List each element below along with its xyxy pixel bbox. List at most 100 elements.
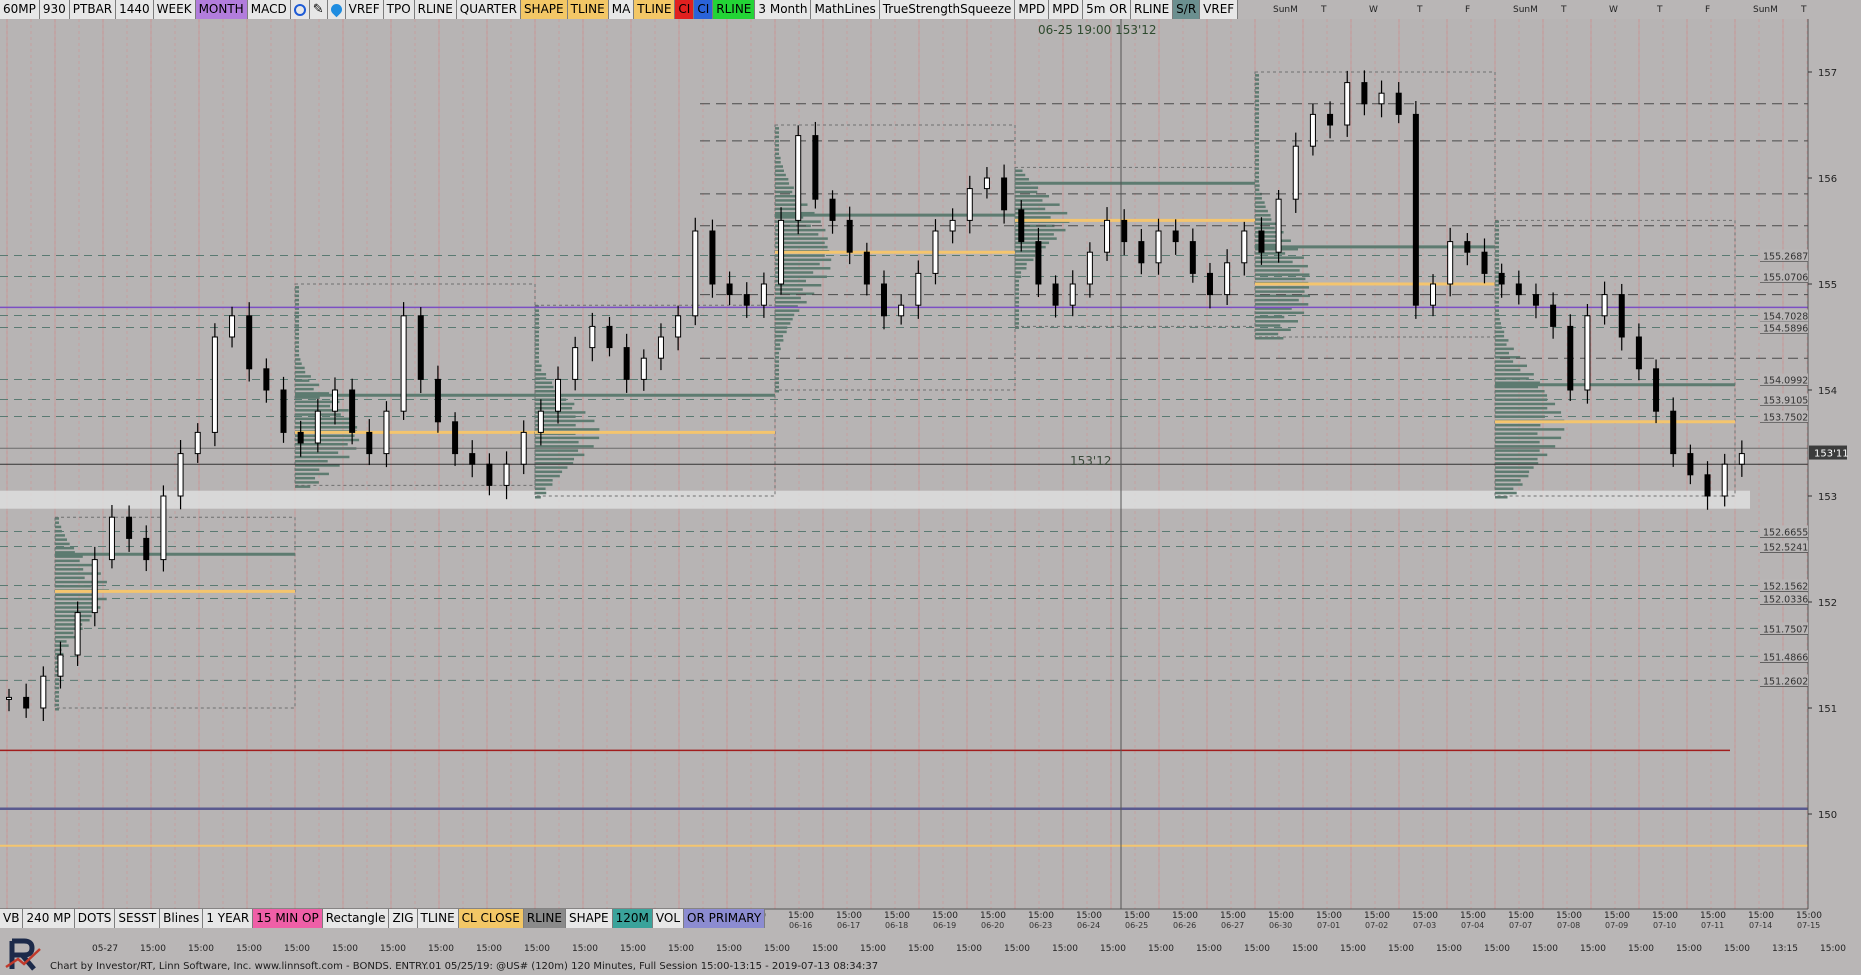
top-toolbar-button-17[interactable]: TLINE xyxy=(634,0,676,19)
profile-bar xyxy=(55,644,69,647)
day-label: SunM xyxy=(1753,5,1778,15)
profile-bar xyxy=(775,356,779,359)
date-label-top: 06-18 xyxy=(885,921,908,930)
bottom-toolbar-button-4[interactable]: Blines xyxy=(160,909,204,928)
level-label: 154.0992 xyxy=(1763,375,1808,386)
top-toolbar-button-16[interactable]: MA xyxy=(608,0,635,19)
profile-bar xyxy=(1015,300,1019,304)
time-label-top: 15:00 xyxy=(1700,911,1726,921)
profile-bar xyxy=(1255,235,1278,238)
top-toolbar-button-21[interactable]: 3 Month xyxy=(755,0,812,19)
bottom-toolbar-button-7[interactable]: Rectangle xyxy=(322,909,390,928)
profile-bar xyxy=(775,207,798,211)
candle-body xyxy=(1738,453,1745,465)
top-toolbar-button-11[interactable]: TPO xyxy=(383,0,415,19)
candle-body xyxy=(91,559,98,614)
date-label-top: 06-24 xyxy=(1077,921,1100,930)
top-toolbar-button-10[interactable]: VREF xyxy=(345,0,384,19)
profile-bar xyxy=(535,368,542,372)
profile-bar xyxy=(775,322,791,325)
top-toolbar-button-2[interactable]: PTBAR xyxy=(69,0,117,19)
top-toolbar-button-23[interactable]: TrueStrengthSqueeze xyxy=(879,0,1016,19)
top-toolbar-button-18[interactable]: CI xyxy=(675,0,695,19)
bottom-toolbar-button-3[interactable]: SESST xyxy=(115,909,161,928)
top-toolbar-button-22[interactable]: MathLines xyxy=(811,0,880,19)
profile-bar xyxy=(535,470,563,474)
top-toolbar-button-12[interactable]: RLINE xyxy=(414,0,457,19)
top-toolbar-button-5[interactable]: MONTH xyxy=(195,0,248,19)
bottom-toolbar-button-6[interactable]: 15 MIN OP xyxy=(253,909,323,928)
top-toolbar-button-20[interactable]: RLINE xyxy=(713,0,756,19)
time-label-bottom: 15:00 xyxy=(524,944,550,954)
candle-body xyxy=(1395,92,1402,115)
top-toolbar-button-15[interactable]: TLINE xyxy=(567,0,609,19)
top-toolbar-button-19[interactable]: CI xyxy=(694,0,714,19)
toolbar-label: 1440 xyxy=(119,2,150,16)
bottom-toolbar-button-9[interactable]: TLINE xyxy=(417,909,459,928)
time-label-top: 15:00 xyxy=(980,911,1006,921)
top-toolbar-button-13[interactable]: QUARTER xyxy=(456,0,521,19)
bottom-toolbar-button-14[interactable]: VOL xyxy=(652,909,685,928)
profile-bar xyxy=(1015,271,1022,274)
profile-bar xyxy=(535,322,539,325)
price-chart[interactable]: 157156155154153152151150149155.2687155.0… xyxy=(0,0,1861,975)
top-toolbar-button-28[interactable]: S/R xyxy=(1173,0,1201,19)
top-toolbar-button-29[interactable]: VREF xyxy=(1200,0,1239,19)
profile-bar xyxy=(1495,402,1556,406)
clock-icon[interactable] xyxy=(290,0,310,19)
profile-bar xyxy=(295,366,305,370)
drop-icon[interactable] xyxy=(327,0,346,19)
bottom-toolbar-button-10[interactable]: CL CLOSE xyxy=(458,909,524,928)
profile-bar xyxy=(775,135,779,139)
date-label-top: 06-20 xyxy=(981,921,1004,930)
profile-bar xyxy=(1255,175,1259,179)
candle-body xyxy=(1309,113,1316,147)
candle-body xyxy=(572,347,579,380)
bottom-toolbar-button-5[interactable]: 1 YEAR xyxy=(203,909,254,928)
top-toolbar-button-26[interactable]: 5m OR xyxy=(1083,0,1132,19)
profile-bar xyxy=(775,300,807,304)
profile-bar xyxy=(1255,108,1259,111)
time-label-top: 15:00 xyxy=(788,911,814,921)
top-toolbar-button-25[interactable]: MPD xyxy=(1049,0,1084,19)
top-toolbar-button-1[interactable]: 930 xyxy=(39,0,70,19)
bottom-toolbar-button-1[interactable]: 240 MP xyxy=(23,909,75,928)
top-toolbar-button-14[interactable]: SHAPE xyxy=(520,0,568,19)
bottom-toolbar-button-0[interactable]: VB xyxy=(0,909,24,928)
candle-body xyxy=(143,537,150,561)
top-toolbar-button-0[interactable]: 60MP xyxy=(0,0,40,19)
profile-bar xyxy=(1495,411,1562,414)
candle-body xyxy=(1069,283,1076,306)
toolbar-label: 120M xyxy=(615,911,649,925)
candle-body xyxy=(881,283,887,317)
profile-bar xyxy=(55,559,80,563)
pen-icon[interactable]: ✎ xyxy=(309,0,328,19)
profile-bar xyxy=(535,445,594,448)
toolbar-label: MACD xyxy=(250,2,287,16)
candle-body xyxy=(623,347,630,380)
profile-bar xyxy=(775,373,779,376)
candle-body xyxy=(314,410,321,444)
bottom-toolbar-button-11[interactable]: RLINE xyxy=(523,909,566,928)
candle-body xyxy=(1035,241,1042,285)
bottom-toolbar-button-8[interactable]: ZIG xyxy=(389,909,418,928)
toolbar-label: 60MP xyxy=(3,2,36,16)
top-toolbar-button-24[interactable]: MPD xyxy=(1015,0,1050,19)
profile-bar xyxy=(55,703,59,707)
profile-bar xyxy=(775,173,786,177)
top-toolbar-button-27[interactable]: RLINE xyxy=(1131,0,1174,19)
bottom-toolbar-button-12[interactable]: SHAPE xyxy=(565,909,613,928)
profile-bar xyxy=(295,455,350,459)
profile-bar xyxy=(1015,309,1019,312)
top-toolbar-button-4[interactable]: WEEK xyxy=(153,0,196,19)
top-toolbar-button-3[interactable]: 1440 xyxy=(116,0,154,19)
bottom-toolbar-button-15[interactable]: OR PRIMARY xyxy=(684,909,766,928)
bottom-toolbar-button-2[interactable]: DOTS xyxy=(74,909,116,928)
candle-body xyxy=(555,378,562,412)
bottom-toolbar-button-13[interactable]: 120M xyxy=(612,909,653,928)
profile-bar xyxy=(295,383,320,387)
profile-bar xyxy=(535,334,539,338)
top-toolbar-button-6[interactable]: MACD xyxy=(247,0,291,19)
profile-bar xyxy=(775,161,781,164)
profile-bar xyxy=(1255,324,1281,327)
